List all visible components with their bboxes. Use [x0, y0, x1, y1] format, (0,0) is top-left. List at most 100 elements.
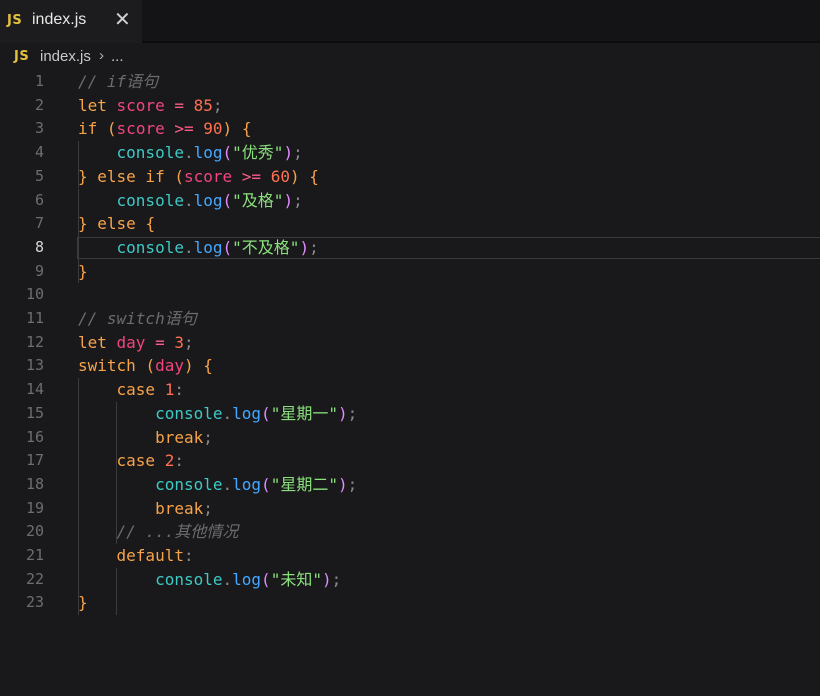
indent-guide — [78, 188, 79, 236]
indent-guide — [116, 401, 117, 473]
code-editor[interactable]: 1// if语句 2 let score = 85; 3 if ( score >= 90… — [0, 70, 820, 696]
code-text: console.log("未知"); — [78, 568, 341, 592]
indent-guide — [78, 141, 79, 189]
code-token: // switch语句 — [78, 309, 197, 328]
code-token: log — [193, 143, 223, 163]
line-number: 6 — [34, 190, 44, 209]
code-token: log — [193, 237, 223, 257]
breadcrumb-more[interactable]: ... — [111, 48, 124, 65]
indent-guide — [78, 235, 79, 284]
code-token: : — [174, 380, 184, 400]
code-line[interactable]: 14 case 1: — [0, 378, 820, 402]
code-token: ; — [184, 332, 194, 352]
code-token: { — [145, 214, 156, 234]
code-line[interactable]: 17 case 2: — [0, 449, 820, 473]
code-token: . — [222, 474, 233, 494]
code-line[interactable]: 6 console.log("及格"); — [0, 189, 820, 213]
line-number: 13 — [25, 356, 44, 375]
code-token: score — [183, 166, 233, 186]
line-number: 3 — [34, 119, 44, 138]
breadcrumb-file[interactable]: index.js — [40, 48, 91, 65]
tab-bar: JS index.js ✕ — [0, 0, 820, 43]
code-line[interactable]: 15 console.log("星期一"); — [0, 402, 820, 426]
code-text: case 1: — [78, 378, 184, 402]
code-token: : — [183, 546, 194, 565]
code-line[interactable]: 1 // if语句 — [0, 70, 820, 94]
code-token: >= — [241, 166, 262, 186]
code-line[interactable]: 8 console.log("不及格"); — [0, 236, 820, 260]
code-token: ( — [222, 190, 233, 210]
code-token: 90 — [203, 119, 223, 139]
code-token: ; — [293, 143, 303, 163]
code-text: } — [78, 260, 88, 284]
js-file-icon: JS — [14, 49, 30, 64]
code-token: "优秀" — [232, 143, 284, 163]
code-token: ( — [261, 474, 271, 494]
code-line[interactable]: 2 let score = 85; — [0, 94, 820, 118]
code-token: 2 — [164, 451, 175, 471]
code-line[interactable]: 10 — [0, 283, 820, 307]
code-token: ; — [293, 190, 303, 210]
tab-index-js[interactable]: JS index.js ✕ — [0, 0, 142, 43]
indent-guide — [78, 378, 79, 616]
code-line[interactable]: 12 let day = 3; — [0, 331, 820, 355]
code-token: ( — [222, 143, 233, 163]
code-token: ; — [331, 569, 342, 589]
code-token: ; — [309, 237, 319, 257]
code-line[interactable]: 5} else if (score >= 60) { — [0, 165, 820, 189]
code-line[interactable]: 22 console.log("未知"); — [0, 568, 820, 592]
code-token: "星期一" — [270, 403, 338, 423]
code-text: let day = 3; — [78, 331, 194, 355]
code-text: break; — [78, 426, 213, 450]
code-line[interactable]: 19 break; — [0, 497, 820, 521]
line-number: 5 — [34, 166, 44, 185]
code-token: . — [183, 190, 194, 210]
breadcrumb: JS index.js › ... — [0, 43, 820, 71]
indent-guide — [116, 472, 117, 544]
code-line[interactable]: 16 break; — [0, 426, 820, 450]
code-token: } — [78, 261, 88, 281]
code-text: break; — [78, 497, 213, 521]
code-token: console — [155, 474, 223, 494]
code-line[interactable]: 20 // ...其他情况 — [0, 520, 820, 544]
code-token: ; — [203, 427, 213, 447]
code-line[interactable]: 23} — [0, 591, 820, 615]
code-line[interactable]: 18 console.log("星期二"); — [0, 473, 820, 497]
code-token: : — [174, 451, 184, 471]
code-token: if — [78, 119, 107, 139]
line-number: 11 — [25, 309, 44, 327]
code-text: console.log("不及格"); — [78, 236, 319, 260]
code-token: console — [155, 569, 223, 589]
code-line[interactable]: 4 console.log("优秀"); — [0, 141, 820, 165]
code-line[interactable]: 3 if (score >= 90) { — [0, 117, 820, 141]
code-line[interactable]: 13 switch (day) { — [0, 354, 820, 378]
code-text: console.log("星期一"); — [78, 402, 357, 426]
code-token: ; — [203, 498, 213, 518]
code-token: ) — [321, 569, 332, 589]
tab-title[interactable]: index.js — [32, 11, 86, 29]
close-icon[interactable]: ✕ — [114, 9, 131, 31]
code-line[interactable]: 9} — [0, 260, 820, 284]
code-text: // switch语句 — [78, 307, 197, 331]
code-token: "未知" — [270, 569, 322, 589]
line-number: 17 — [25, 451, 44, 470]
code-token: day — [116, 332, 146, 352]
code-token: score — [116, 119, 165, 139]
code-token: } — [78, 214, 98, 234]
code-token: let — [78, 332, 117, 352]
code-line[interactable]: 7} else { — [0, 212, 820, 236]
code-token: log — [232, 403, 262, 423]
code-line[interactable]: 11 // switch语句 — [0, 307, 820, 331]
line-number: 4 — [34, 143, 44, 162]
line-number: 19 — [25, 498, 44, 517]
code-token: ) — [337, 474, 348, 494]
code-token: "及格" — [232, 190, 284, 210]
code-line[interactable]: 21 default: — [0, 544, 820, 568]
